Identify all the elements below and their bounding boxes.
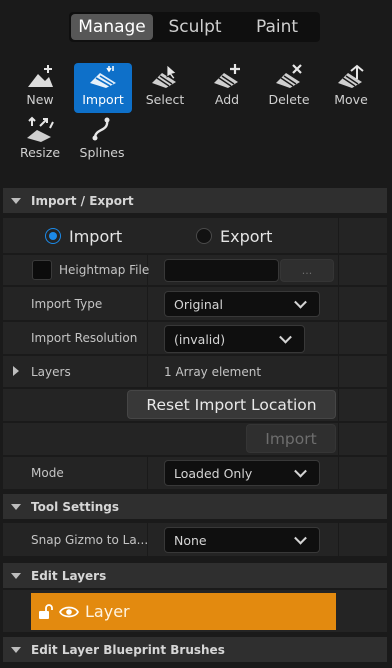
radio-import-label: Import <box>69 226 123 246</box>
import-type-row: Import Type Original <box>3 287 387 321</box>
section-header-blueprint-brushes[interactable]: Edit Layer Blueprint Brushes <box>3 637 387 662</box>
layers-label: Layers <box>31 364 71 379</box>
add-icon <box>214 64 240 88</box>
radio-selected-icon <box>45 228 61 244</box>
snap-gizmo-row: Snap Gizmo to La... None <box>3 523 387 557</box>
section-header-edit-layers[interactable]: Edit Layers <box>3 563 387 588</box>
tool-select-label: Select <box>145 92 185 107</box>
snap-gizmo-dropdown[interactable]: None <box>164 527 320 553</box>
mode-row: Mode Loaded Only <box>3 457 387 490</box>
splines-icon <box>92 117 110 141</box>
import-type-value: Original <box>174 296 223 312</box>
tool-add[interactable]: Add <box>198 63 256 113</box>
layers-value: 1 Array element <box>164 364 262 379</box>
delete-icon <box>276 64 302 88</box>
collapse-arrow-icon <box>11 503 21 510</box>
heightmap-label: Heightmap File <box>59 263 150 277</box>
import-button-row: Import <box>3 423 387 456</box>
tool-move[interactable]: Move <box>322 63 380 113</box>
import-type-dropdown[interactable]: Original <box>164 291 320 317</box>
mode-label: Mode <box>31 466 64 480</box>
radio-export[interactable]: Export <box>196 225 296 247</box>
tool-move-label: Move <box>334 92 368 107</box>
tool-import-label: Import <box>82 92 124 107</box>
layer-item[interactable]: Layer <box>31 593 336 630</box>
reset-import-location-button[interactable]: Reset Import Location <box>127 390 336 419</box>
edit-layers-list: Layer <box>3 590 387 632</box>
snap-gizmo-value: None <box>174 532 207 548</box>
tool-add-label: Add <box>214 92 240 107</box>
chevron-down-icon <box>294 464 307 478</box>
import-icon <box>90 66 116 88</box>
section-header-import-export[interactable]: Import / Export <box>3 188 387 213</box>
tool-resize-label: Resize <box>19 145 61 160</box>
radio-import[interactable]: Import <box>45 225 135 247</box>
select-icon <box>152 64 177 88</box>
import-resolution-value: (invalid) <box>174 331 226 347</box>
section-header-tool-settings[interactable]: Tool Settings <box>3 494 387 519</box>
section-title: Edit Layer Blueprint Brushes <box>31 642 225 657</box>
new-icon <box>28 65 53 87</box>
snap-gizmo-label: Snap Gizmo to La... <box>31 532 149 547</box>
tool-splines[interactable]: Splines <box>73 116 131 166</box>
collapse-arrow-icon <box>11 646 21 653</box>
tool-delete-label: Delete <box>268 92 310 107</box>
heightmap-row: Heightmap File ... <box>3 255 387 286</box>
eye-icon[interactable] <box>59 604 79 620</box>
tool-import[interactable]: Import <box>74 63 132 113</box>
tab-paint[interactable]: Paint <box>237 14 317 40</box>
section-title: Edit Layers <box>31 568 107 583</box>
mode-tabs: Manage Sculpt Paint <box>69 12 320 42</box>
tool-new-label: New <box>26 92 54 107</box>
heightmap-file-field[interactable] <box>164 259 279 282</box>
heightmap-checkbox[interactable] <box>32 260 52 280</box>
import-resolution-dropdown[interactable]: (invalid) <box>164 325 305 353</box>
import-type-label: Import Type <box>31 296 103 311</box>
tool-resize[interactable]: Resize <box>11 116 69 166</box>
collapse-arrow-icon <box>11 572 21 579</box>
radio-export-label: Export <box>220 226 273 246</box>
import-button[interactable]: Import <box>246 424 336 453</box>
unlock-icon[interactable] <box>37 603 55 621</box>
section-title: Import / Export <box>31 193 134 208</box>
mode-dropdown[interactable]: Loaded Only <box>164 460 320 486</box>
import-resolution-label: Import Resolution <box>31 331 138 345</box>
tab-manage[interactable]: Manage <box>71 14 153 40</box>
chevron-down-icon <box>294 295 307 309</box>
resize-icon <box>27 116 54 142</box>
move-icon <box>338 64 364 88</box>
expand-arrow-icon[interactable] <box>13 366 19 376</box>
chevron-down-icon <box>279 330 292 344</box>
mode-value: Loaded Only <box>174 465 253 481</box>
radio-unselected-icon <box>196 228 212 244</box>
tab-sculpt[interactable]: Sculpt <box>155 14 235 40</box>
tool-select[interactable]: Select <box>136 63 194 113</box>
tool-new[interactable]: New <box>11 63 69 113</box>
chevron-down-icon <box>294 531 307 545</box>
layer-name: Layer <box>85 602 130 621</box>
section-title: Tool Settings <box>31 499 120 514</box>
layers-row[interactable]: Layers 1 Array element <box>3 356 387 388</box>
collapse-arrow-icon <box>11 197 21 204</box>
browse-button[interactable]: ... <box>280 259 334 282</box>
import-export-radio-row: Import Export <box>3 218 387 254</box>
import-resolution-row: Import Resolution (invalid) <box>3 322 387 355</box>
tool-delete[interactable]: Delete <box>260 63 318 113</box>
reset-location-row: Reset Import Location <box>3 389 387 422</box>
tool-splines-label: Splines <box>79 145 125 160</box>
